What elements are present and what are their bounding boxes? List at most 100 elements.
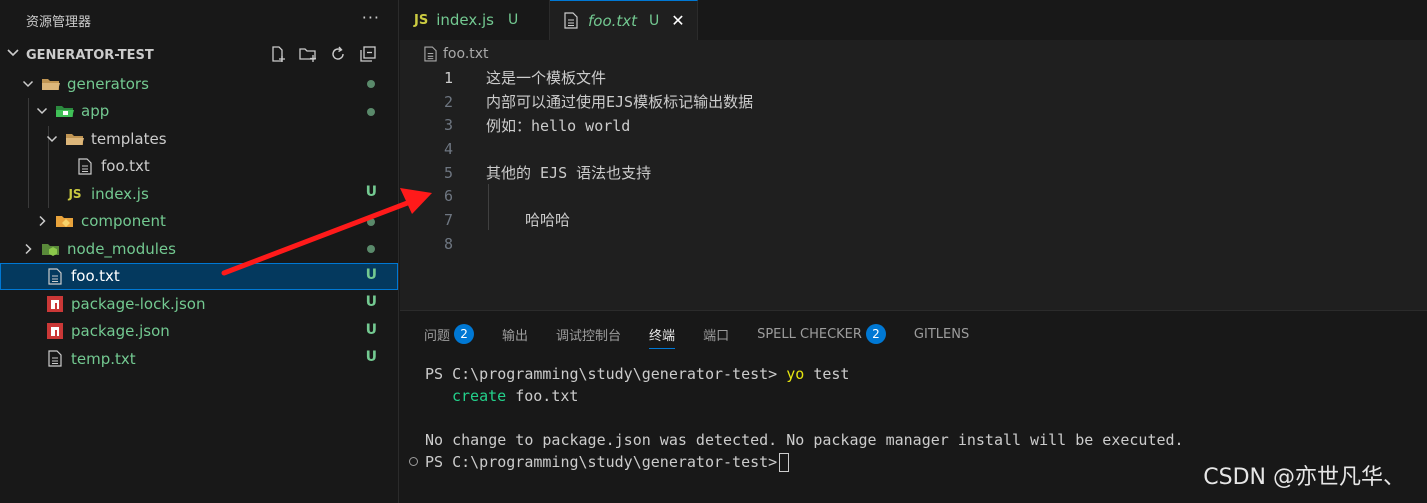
code-line: 4 <box>400 137 1427 161</box>
workspace-root[interactable]: GENERATOR-TEST <box>0 40 398 70</box>
tree-item-foo-txt[interactable]: foo.txt U <box>0 262 398 290</box>
git-modified-dot <box>367 107 375 116</box>
line-text: 例如：hello world <box>486 116 631 135</box>
code-line: 5 其他的 EJS 语法也支持 <box>400 161 1427 185</box>
line-number: 5 <box>443 163 453 182</box>
breadcrumb[interactable]: foo.txt <box>400 40 1427 68</box>
tab-spell-checker[interactable]: SPELL CHECKER 2 <box>757 311 886 357</box>
tab-label: foo.txt <box>588 11 638 30</box>
line-text: 其他的 EJS 语法也支持 <box>486 164 652 183</box>
text-file-icon <box>45 350 65 368</box>
tab-output[interactable]: 输出 <box>502 311 528 357</box>
line-text: 这是一个模板文件 <box>486 69 607 88</box>
folder-open-icon <box>65 130 85 148</box>
git-untracked-badge: U <box>365 184 377 200</box>
terminal-line: PS C:\programming\study\generator-test> <box>409 451 1184 473</box>
line-text: 内部可以通过使用EJS模板标记输出数据 <box>486 93 754 112</box>
text-file-icon <box>564 12 578 29</box>
git-modified-dot <box>367 80 375 88</box>
chevron-right-icon <box>21 242 35 256</box>
tab-label: index.js <box>436 11 494 29</box>
file-tree: generators app templates foo.txt JS inde… <box>0 70 398 373</box>
close-tab-icon[interactable]: ✕ <box>671 11 684 30</box>
tree-item-label: component <box>81 212 166 231</box>
npm-file-icon <box>45 295 65 313</box>
tab-problems[interactable]: 问题 2 <box>424 311 475 357</box>
tab-label: GITLENS <box>913 326 970 342</box>
tree-item-package-json[interactable]: package.json U <box>0 318 398 346</box>
tree-item-component-folder[interactable]: component <box>0 208 398 236</box>
tree-item-generators-folder[interactable]: generators <box>0 70 398 98</box>
folder-open-icon <box>41 75 61 93</box>
count-badge: 2 <box>865 324 886 344</box>
panel-tab-bar: 问题 2 输出 调试控制台 终端 端口 SPELL CHECKER 2 GITLEN… <box>400 311 1427 357</box>
tree-item-label: index.js <box>91 184 149 203</box>
indent-guide <box>488 184 489 230</box>
terminal-message: No change to package.json was detected. … <box>425 431 1184 449</box>
breadcrumb-file: foo.txt <box>443 46 489 62</box>
count-badge: 2 <box>454 324 475 344</box>
terminal-prompt: PS C:\programming\study\generator-test> <box>425 365 787 383</box>
javascript-file-icon: JS <box>68 186 82 201</box>
tree-item-label: foo.txt <box>101 157 150 176</box>
tree-item-node-modules-folder[interactable]: node_modules <box>0 235 398 263</box>
new-folder-icon[interactable] <box>298 44 318 64</box>
more-actions-icon[interactable]: ··· <box>362 8 380 27</box>
tree-item-index-js[interactable]: JS index.js U <box>0 180 398 208</box>
code-line: 6 <box>400 184 1427 208</box>
code-line: 3 例如：hello world <box>400 113 1427 137</box>
terminal-command: yo <box>786 365 805 383</box>
terminal-line: PS C:\programming\study\generator-test> … <box>425 363 1184 385</box>
tree-item-temp-txt[interactable]: temp.txt U <box>0 345 398 373</box>
tree-item-templates-folder[interactable]: templates <box>0 125 398 153</box>
line-number: 3 <box>443 116 453 135</box>
tab-label: SPELL CHECKER <box>757 326 862 342</box>
tree-item-app-folder[interactable]: app <box>0 98 398 126</box>
collapse-all-icon[interactable] <box>358 44 378 64</box>
code-line: 1 这是一个模板文件 <box>400 66 1427 90</box>
code-line: 7 哈哈哈 <box>400 208 1427 232</box>
explorer-header: 资源管理器 ··· <box>0 0 398 40</box>
chevron-down-icon <box>6 46 20 64</box>
text-file-icon <box>45 267 65 285</box>
tree-item-package-lock-json[interactable]: package-lock.json U <box>0 290 398 318</box>
explorer-title: 资源管理器 <box>26 14 92 30</box>
tree-item-label: node_modules <box>67 239 176 258</box>
tab-ports[interactable]: 端口 <box>703 311 729 357</box>
tab-gitlens[interactable]: GITLENS <box>914 311 969 357</box>
npm-file-icon <box>45 322 65 340</box>
code-line: 2 内部可以通过使用EJS模板标记输出数据 <box>400 90 1427 114</box>
tab-terminal[interactable]: 终端 <box>649 311 676 357</box>
tab-index-js[interactable]: JS index.js U <box>400 0 550 40</box>
tree-item-label: temp.txt <box>71 349 136 368</box>
git-untracked-badge: U <box>365 321 377 338</box>
text-file-icon <box>75 157 95 175</box>
code-editor[interactable]: 1 这是一个模板文件 2 内部可以通过使用EJS模板标记输出数据 3 例如：hello… <box>400 66 1427 256</box>
text-file-icon <box>424 46 437 62</box>
tree-item-templates-foo-txt[interactable]: foo.txt <box>0 153 398 181</box>
line-number: 2 <box>443 92 453 111</box>
node-folder-icon <box>41 240 61 258</box>
git-untracked-badge: U <box>365 349 377 365</box>
line-text: 哈哈哈 <box>525 211 571 230</box>
terminal-output[interactable]: PS C:\programming\study\generator-test> … <box>409 363 1184 473</box>
terminal-command-args: test <box>804 365 850 383</box>
tab-foo-txt[interactable]: foo.txt U ✕ <box>550 0 698 40</box>
command-decoration-icon <box>409 457 418 466</box>
new-file-icon[interactable] <box>268 44 288 64</box>
terminal-line: No change to package.json was detected. … <box>425 429 1184 451</box>
workspace-root-label: GENERATOR-TEST <box>26 47 154 63</box>
tab-label: 端口 <box>703 328 730 344</box>
refresh-icon[interactable] <box>328 44 348 64</box>
git-untracked-badge: U <box>508 12 519 28</box>
tree-item-label: foo.txt <box>71 267 120 286</box>
code-line: 8 <box>400 232 1427 256</box>
terminal-line: create foo.txt <box>425 385 1184 407</box>
component-folder-icon <box>55 212 75 230</box>
chevron-down-icon <box>35 104 49 118</box>
git-untracked-badge: U <box>649 12 660 29</box>
git-untracked-badge: U <box>365 266 377 283</box>
git-modified-dot <box>367 217 375 226</box>
tab-debug-console[interactable]: 调试控制台 <box>556 311 621 357</box>
